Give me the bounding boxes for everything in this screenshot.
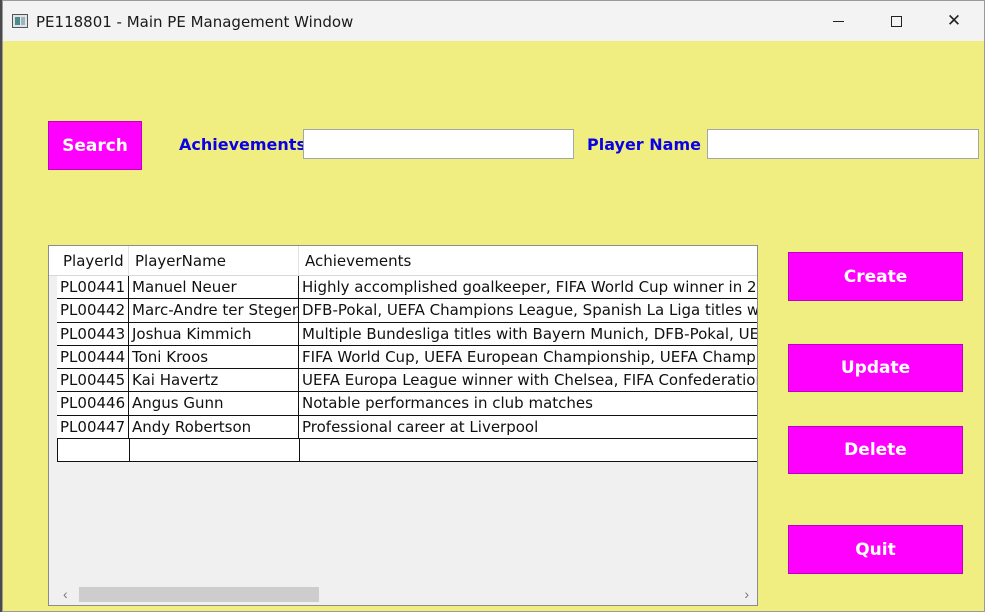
cell-achievements[interactable]: Multiple Bundesliga titles with Bayern M… [299,323,757,345]
cell-playername[interactable] [130,439,300,462]
table-row[interactable]: PL00445 Kai Havertz UEFA Europa League w… [57,369,757,393]
cell-achievements[interactable] [300,439,757,461]
cell-achievements[interactable]: Professional career at Liverpool [299,416,757,438]
cell-playerid[interactable]: PL00443 [57,322,129,345]
cell-achievements[interactable]: DFB-Pokal, UEFA Champions League, Spanis… [299,299,757,321]
quit-button[interactable]: Quit [788,525,963,574]
table-row[interactable]: PL00447 Andy Robertson Professional care… [57,415,757,440]
column-header-achievements[interactable]: Achievements [299,246,757,276]
cell-playername[interactable]: Andy Robertson [129,415,299,439]
scroll-left-icon[interactable]: ‹ [63,586,68,602]
cell-playerid[interactable]: PL00447 [57,415,129,439]
cell-playerid[interactable]: PL00445 [57,369,129,392]
maximize-icon [890,15,902,27]
create-button[interactable]: Create [788,252,963,301]
cell-playerid[interactable]: PL00446 [57,392,129,415]
maximize-button[interactable] [873,1,919,41]
column-header-playerid[interactable]: PlayerId [57,246,129,276]
horizontal-scrollbar[interactable]: ‹ › [49,583,757,605]
cell-achievements[interactable]: Notable performances in club matches [299,392,757,414]
cell-playerid[interactable]: PL00444 [57,345,129,369]
minimize-button[interactable] [815,1,861,41]
achievements-input[interactable] [303,129,574,159]
cell-achievements[interactable]: Highly accomplished goalkeeper, FIFA Wor… [299,276,757,298]
cell-playername[interactable]: Marc-Andre ter Stegen [129,299,299,322]
close-icon: ✕ [946,11,962,31]
cell-playername[interactable]: Angus Gunn [129,392,299,415]
main-window: PE118801 - Main PE Management Window ✕ S… [2,0,985,612]
cell-playername[interactable]: Joshua Kimmich [129,322,299,345]
cell-playerid[interactable]: PL00441 [57,276,129,299]
player-name-label: Player Name [587,135,701,154]
players-grid[interactable]: PlayerId PlayerName Achievements PL00441… [48,245,758,606]
close-button[interactable]: ✕ [931,1,977,41]
window-title: PE118801 - Main PE Management Window [36,13,354,31]
cell-achievements[interactable]: FIFA World Cup, UEFA European Championsh… [299,346,757,368]
table-row[interactable]: PL00444 Toni Kroos FIFA World Cup, UEFA … [57,345,757,370]
cell-achievements[interactable]: UEFA Europa League winner with Chelsea, … [299,369,757,391]
table-row[interactable]: PL00443 Joshua Kimmich Multiple Bundesli… [57,322,757,346]
delete-button[interactable]: Delete [788,426,963,474]
search-button[interactable]: Search [48,121,142,170]
table-row[interactable]: PL00446 Angus Gunn Notable performances … [57,392,757,416]
update-button[interactable]: Update [788,344,963,392]
cell-playername[interactable]: Toni Kroos [129,345,299,369]
new-row[interactable] [57,439,757,463]
grid-rows: PL00441 Manuel Neuer Highly accomplished… [57,276,757,463]
scroll-right-icon[interactable]: › [744,586,749,602]
table-row[interactable]: PL00442 Marc-Andre ter Stegen DFB-Pokal,… [57,299,757,323]
title-bar: PE118801 - Main PE Management Window ✕ [3,1,984,41]
cell-playername[interactable]: Kai Havertz [129,369,299,392]
table-row[interactable]: PL00441 Manuel Neuer Highly accomplished… [57,276,757,300]
player-name-input[interactable] [707,129,979,159]
app-icon [12,14,28,28]
column-header-playername[interactable]: PlayerName [129,246,299,276]
achievements-label: Achievements [179,135,306,154]
cell-playerid[interactable] [58,439,130,462]
cell-playerid[interactable]: PL00442 [57,299,129,322]
minimize-icon [832,20,844,22]
grid-header: PlayerId PlayerName Achievements [49,246,757,276]
scroll-thumb[interactable] [79,587,319,602]
cell-playername[interactable]: Manuel Neuer [129,276,299,299]
